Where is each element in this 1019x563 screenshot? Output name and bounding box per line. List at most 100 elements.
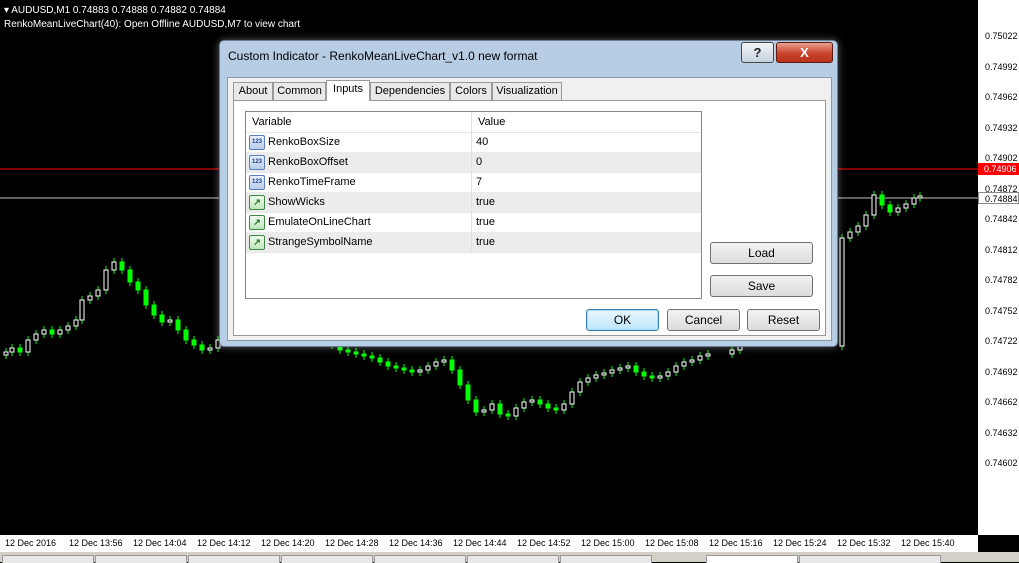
- int-icon: 123: [249, 155, 265, 170]
- candle-body: [409, 369, 415, 373]
- inputs-page: Variable Value 123 RenkoBoxSize 40 123 R…: [233, 100, 826, 336]
- candle-body: [57, 329, 63, 335]
- candle-body: [95, 289, 101, 297]
- input-value[interactable]: 40: [476, 136, 488, 148]
- candle-body: [871, 194, 877, 216]
- price-tick-label: 0.74992: [985, 61, 1018, 72]
- time-tick-label: 12 Dec 13:56: [69, 538, 123, 548]
- candle-body: [697, 355, 703, 361]
- time-tick-label: 12 Dec 14:44: [453, 538, 507, 548]
- candle-body: [847, 231, 853, 239]
- input-row[interactable]: 123 RenkoBoxSize 40: [246, 132, 701, 153]
- tab-about[interactable]: About: [233, 82, 273, 100]
- candle-body: [87, 295, 93, 301]
- input-value[interactable]: 7: [476, 176, 482, 188]
- tab-inputs[interactable]: Inputs: [326, 80, 370, 101]
- symbol-text: AUDUSD,M1 0.74883 0.74888 0.74882 0.7488…: [11, 5, 226, 16]
- close-button[interactable]: X: [776, 42, 833, 63]
- reset-button[interactable]: Reset: [747, 309, 820, 331]
- candle-body: [449, 359, 455, 371]
- int-icon: 123: [249, 135, 265, 150]
- cancel-button[interactable]: Cancel: [667, 309, 740, 331]
- price-tick-label: 0.74662: [985, 397, 1018, 407]
- price-tick-label: 0.74752: [985, 305, 1018, 316]
- time-tick-label: 12 Dec 15:16: [709, 538, 763, 548]
- candle-body: [79, 299, 85, 321]
- candle-body: [417, 369, 423, 373]
- candle-body: [489, 403, 495, 411]
- time-tick-label: 12 Dec 2016: [5, 538, 57, 548]
- indicator-line: RenkoMeanLiveChart(40): Open Offline AUD…: [4, 19, 301, 30]
- tab-dependencies[interactable]: Dependencies: [370, 82, 450, 100]
- candle-body: [569, 391, 575, 405]
- candle-body: [879, 194, 885, 206]
- candle-body: [577, 381, 583, 393]
- tab-colors[interactable]: Colors: [450, 82, 492, 100]
- candle-body: [345, 349, 351, 353]
- input-variable: RenkoBoxOffset: [268, 156, 348, 168]
- save-button[interactable]: Save: [710, 275, 813, 297]
- price-tick-label: 0.74902: [985, 153, 1018, 163]
- candle-body: [641, 371, 647, 377]
- candle-body: [377, 357, 383, 363]
- input-value[interactable]: 0: [476, 156, 482, 168]
- candle-body: [917, 195, 923, 199]
- candle-body: [673, 365, 679, 373]
- input-value[interactable]: true: [476, 196, 495, 208]
- load-button[interactable]: Load: [710, 242, 813, 264]
- input-value[interactable]: true: [476, 216, 495, 228]
- candle-body: [895, 207, 901, 213]
- input-variable: ShowWicks: [268, 196, 325, 208]
- candle-body: [855, 225, 861, 233]
- input-row[interactable]: 123 RenkoBoxOffset 0: [246, 152, 701, 173]
- candle-body: [369, 355, 375, 359]
- input-row[interactable]: ↗ StrangeSymbolName true: [246, 232, 701, 253]
- candle-body: [903, 203, 909, 209]
- grid-header: Variable Value: [246, 112, 701, 133]
- candle-body: [103, 269, 109, 291]
- input-value[interactable]: true: [476, 236, 495, 248]
- time-tick-label: 12 Dec 14:04: [133, 538, 187, 548]
- inputs-grid: Variable Value 123 RenkoBoxSize 40 123 R…: [245, 111, 702, 299]
- candle-body: [481, 409, 487, 413]
- candle-body: [561, 403, 567, 411]
- input-row[interactable]: ↗ EmulateOnLineChart true: [246, 212, 701, 233]
- input-row[interactable]: 123 RenkoTimeFrame 7: [246, 172, 701, 193]
- candle-body: [65, 325, 71, 331]
- value-column-header[interactable]: Value: [478, 116, 505, 128]
- price-tick-label: 0.74812: [985, 244, 1018, 255]
- price-tick-label: 0.74962: [985, 92, 1018, 102]
- candle-body: [617, 367, 623, 371]
- ok-button[interactable]: OK: [586, 309, 659, 331]
- candle-body: [111, 261, 117, 271]
- price-tick-label: 0.74842: [985, 214, 1018, 224]
- time-tick-label: 12 Dec 15:08: [645, 538, 699, 548]
- candle-body: [159, 314, 165, 323]
- tab-visualization[interactable]: Visualization: [492, 82, 562, 100]
- tab-common[interactable]: Common: [273, 82, 326, 100]
- help-button[interactable]: ?: [741, 42, 774, 63]
- candle-body: [127, 269, 133, 283]
- candle-body: [151, 304, 157, 316]
- time-tick-label: 12 Dec 14:52: [517, 538, 571, 548]
- candle-body: [143, 289, 149, 306]
- candle-body: [863, 214, 869, 227]
- candle-body: [119, 261, 125, 271]
- price-axis: [978, 0, 1019, 535]
- input-row[interactable]: ↗ ShowWicks true: [246, 192, 701, 213]
- candle-body: [9, 347, 15, 353]
- candle-body: [353, 351, 359, 355]
- candle-body: [199, 344, 205, 351]
- candle-body: [593, 374, 599, 379]
- candle-body: [601, 372, 607, 376]
- dialog-body: About Common Inputs Dependencies Colors …: [227, 77, 832, 341]
- symbol-line: ▾ AUDUSD,M1 0.74883 0.74888 0.74882 0.74…: [4, 5, 226, 16]
- candle-body: [625, 365, 631, 369]
- candle-body: [657, 375, 663, 379]
- candle-body: [41, 329, 47, 335]
- variable-column-header[interactable]: Variable: [252, 116, 292, 128]
- price-tick-label: 0.75022: [985, 31, 1018, 41]
- candle-body: [49, 329, 55, 335]
- candle-body: [633, 365, 639, 373]
- candle-body: [729, 349, 735, 355]
